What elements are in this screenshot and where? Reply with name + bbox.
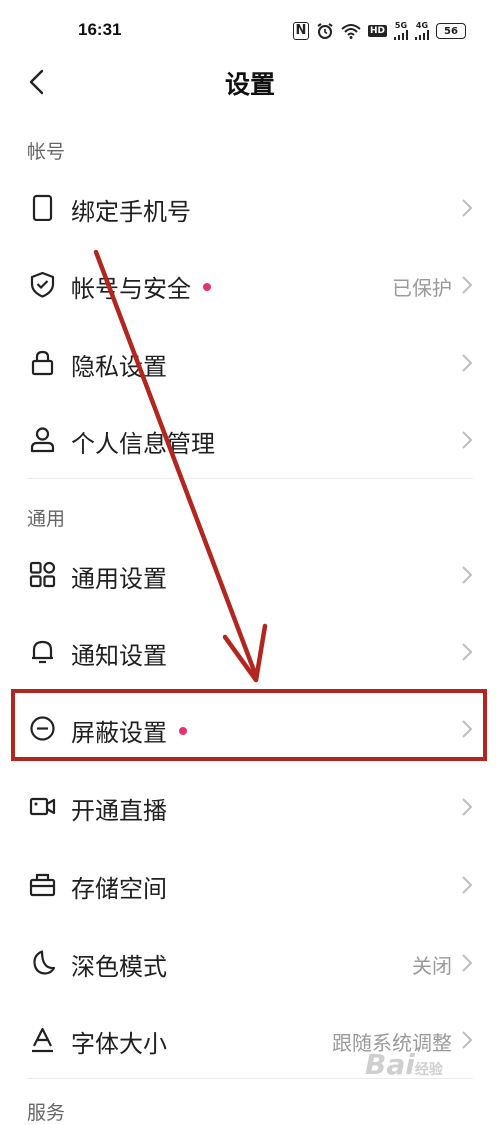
row-label: 字体大小 xyxy=(71,1030,167,1058)
chevron-right-icon xyxy=(462,431,473,449)
signal-4g-label: 4G xyxy=(415,21,429,30)
header: 设置 xyxy=(0,62,500,102)
phone-icon xyxy=(32,194,53,221)
row-value: 关闭 xyxy=(412,954,452,978)
settings-row-notification[interactable]: 通知设置 xyxy=(0,616,500,686)
status-bar: 16:31 N HD 5G 4G 56 xyxy=(0,0,500,62)
video-camera-icon xyxy=(29,797,56,816)
row-label: 开通直播 xyxy=(71,797,167,825)
section-title-account: 帐号 xyxy=(27,141,66,163)
page-title: 设置 xyxy=(224,70,275,99)
bell-icon xyxy=(32,640,53,664)
row-label: 通用设置 xyxy=(71,565,167,593)
annotation-highlight-box xyxy=(11,689,487,761)
chevron-right-icon xyxy=(462,276,473,294)
watermark-sub: 经验 xyxy=(414,1062,443,1078)
row-label: 绑定手机号 xyxy=(71,198,191,226)
settings-row-dark-mode[interactable]: 深色模式 关闭 xyxy=(0,927,500,997)
row-value: 已保护 xyxy=(392,276,452,300)
hd-icon: HD xyxy=(367,25,387,37)
chevron-right-icon xyxy=(462,1031,473,1049)
signal-5g-label: 5G xyxy=(394,21,408,30)
chevron-right-icon xyxy=(462,566,473,584)
watermark: Bai经验 xyxy=(365,1048,443,1081)
status-icons: N HD 5G 4G 56 xyxy=(292,20,466,42)
row-label: 帐号与安全 xyxy=(71,269,211,304)
section-title-general: 通用 xyxy=(27,508,66,530)
row-label: 通知设置 xyxy=(71,642,167,670)
status-time: 16:31 xyxy=(78,20,122,39)
settings-row-privacy[interactable]: 隐私设置 xyxy=(0,327,500,397)
row-label: 个人信息管理 xyxy=(71,430,215,458)
person-icon xyxy=(30,427,55,453)
signal-5g-icon: 5G xyxy=(394,22,408,40)
grid-icon xyxy=(29,561,56,588)
settings-row-storage[interactable]: 存储空间 xyxy=(0,849,500,919)
chevron-right-icon xyxy=(462,954,473,972)
section-title-service: 服务 xyxy=(27,1102,66,1124)
battery-icon: 56 xyxy=(436,23,466,39)
nfc-icon: N xyxy=(292,22,309,40)
settings-row-personal-info[interactable]: 个人信息管理 xyxy=(0,404,500,474)
wifi-icon xyxy=(341,23,361,39)
storage-box-icon xyxy=(29,873,56,897)
chevron-right-icon xyxy=(462,643,473,661)
moon-icon xyxy=(33,950,56,975)
settings-row-general[interactable]: 通用设置 xyxy=(0,539,500,609)
watermark-text: Bai xyxy=(365,1048,415,1081)
new-badge-dot xyxy=(203,283,211,291)
lock-icon xyxy=(31,350,54,376)
settings-row-account-security[interactable]: 帐号与安全 已保护 xyxy=(0,249,500,319)
shield-check-icon xyxy=(30,271,55,298)
row-label-text: 帐号与安全 xyxy=(71,275,191,303)
row-label: 隐私设置 xyxy=(71,353,167,381)
settings-row-live[interactable]: 开通直播 xyxy=(0,771,500,841)
row-label: 深色模式 xyxy=(71,953,167,981)
chevron-right-icon xyxy=(462,798,473,816)
chevron-right-icon xyxy=(462,199,473,217)
settings-row-bind-phone[interactable]: 绑定手机号 xyxy=(0,172,500,242)
font-a-icon xyxy=(32,1027,53,1053)
row-label: 存储空间 xyxy=(71,875,167,903)
chevron-right-icon xyxy=(462,354,473,372)
signal-4g-icon: 4G xyxy=(415,22,429,40)
section-divider xyxy=(27,478,473,479)
chevron-right-icon xyxy=(462,876,473,894)
alarm-icon xyxy=(316,22,334,40)
